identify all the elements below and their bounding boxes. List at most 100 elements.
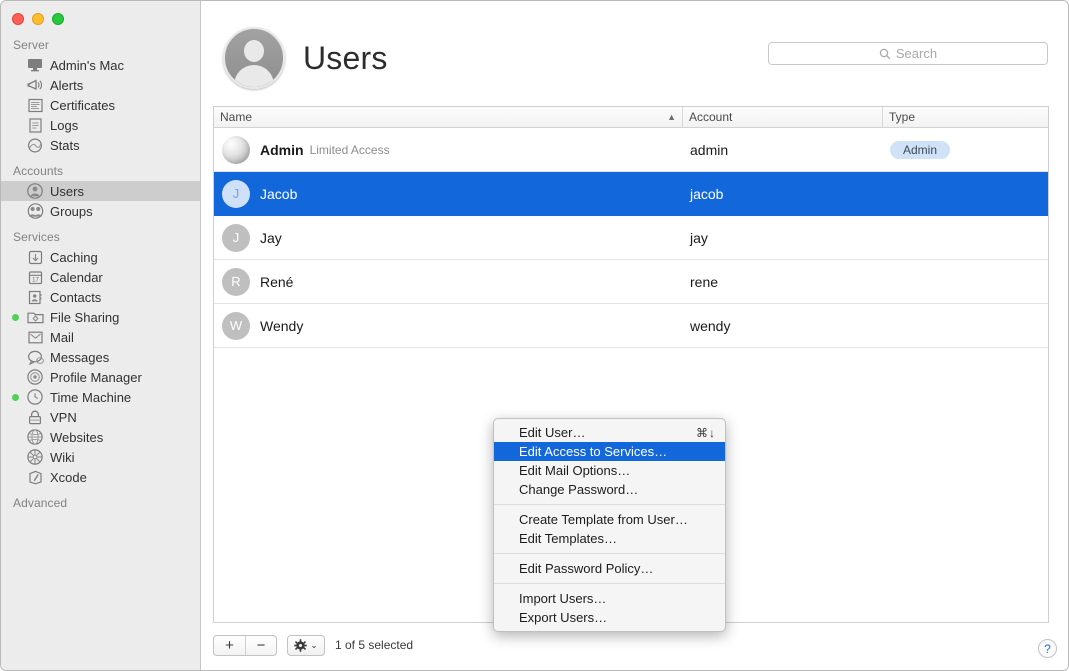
search-input[interactable]: Search	[768, 42, 1048, 65]
sidebar-item-label: Contacts	[50, 290, 101, 305]
mail-icon	[26, 329, 44, 345]
column-header-type-label: Type	[889, 110, 915, 124]
group-icon	[26, 203, 44, 219]
user-icon	[26, 183, 44, 199]
column-header-account[interactable]: Account	[682, 107, 882, 127]
sidebar-item-caching[interactable]: Caching	[1, 247, 200, 267]
certificate-icon	[26, 97, 44, 113]
sidebar-item-label: Profile Manager	[50, 370, 142, 385]
sidebar-item-xcode[interactable]: Xcode	[1, 467, 200, 487]
gear-action-menu-button[interactable]: ⌄	[287, 635, 325, 656]
lock-icon	[26, 409, 44, 425]
server-app-window: Server Admin's Mac Alerts CertificatesLogs S…	[0, 0, 1069, 671]
cell-account: wendy	[682, 318, 882, 334]
sidebar-item-logs[interactable]: Logs	[1, 115, 200, 135]
close-window-button[interactable]	[12, 13, 24, 25]
service-running-indicator	[12, 314, 19, 321]
messages-icon	[26, 349, 44, 365]
sidebar: Server Admin's Mac Alerts CertificatesLogs S…	[1, 1, 201, 670]
cell-account: admin	[682, 142, 882, 158]
page-title: Users	[303, 40, 388, 77]
sidebar-item-messages[interactable]: Messages	[1, 347, 200, 367]
status-badge: Admin	[890, 141, 950, 159]
help-button[interactable]: ?	[1038, 639, 1057, 658]
add-remove-segmented-control: + −	[213, 635, 277, 656]
column-header-name[interactable]: Name ▲	[214, 107, 682, 127]
menu-item-create-template-from-user[interactable]: Create Template from User…	[494, 510, 725, 529]
sidebar-item-label: Groups	[50, 204, 93, 219]
document-icon	[26, 117, 44, 133]
users-avatar-icon	[223, 27, 285, 89]
menu-item-import-users[interactable]: Import Users…	[494, 589, 725, 608]
menu-item-label: Edit Password Policy…	[519, 561, 653, 576]
svg-text:17: 17	[32, 277, 39, 283]
sidebar-item-admin-s-mac[interactable]: Admin's Mac	[1, 55, 200, 75]
sidebar-item-label: Caching	[50, 250, 98, 265]
sidebar-item-stats[interactable]: Stats	[1, 135, 200, 155]
sidebar-item-label: Alerts	[50, 78, 83, 93]
sort-ascending-icon: ▲	[667, 112, 676, 122]
sidebar-item-alerts[interactable]: Alerts	[1, 75, 200, 95]
sidebar-item-label: Mail	[50, 330, 74, 345]
avatar: W	[222, 312, 250, 340]
avatar: R	[222, 268, 250, 296]
remove-user-button[interactable]: −	[245, 636, 276, 655]
sidebar-item-users[interactable]: Users	[1, 181, 200, 201]
menu-item-label: Edit User…	[519, 425, 585, 440]
sidebar-item-label: Stats	[50, 138, 80, 153]
menu-item-label: Change Password…	[519, 482, 638, 497]
menu-item-label: Edit Access to Services…	[519, 444, 667, 459]
table-body: AdminLimited Accessadmin Admin JJacobjacob…	[214, 128, 1048, 348]
sidebar-item-groups[interactable]: Groups	[1, 201, 200, 221]
sidebar-item-label: Users	[50, 184, 84, 199]
sidebar-group-title: Server	[1, 29, 200, 55]
menu-item-change-password[interactable]: Change Password…	[494, 480, 725, 499]
column-header-type[interactable]: Type	[882, 107, 1048, 127]
cell-account: jacob	[682, 186, 882, 202]
sidebar-item-calendar[interactable]: 17 Calendar	[1, 267, 200, 287]
sidebar-item-contacts[interactable]: Contacts	[1, 287, 200, 307]
cell-type: Admin	[882, 141, 1048, 159]
menu-item-edit-access-to-services[interactable]: Edit Access to Services…	[494, 442, 725, 461]
sidebar-item-certificates[interactable]: Certificates	[1, 95, 200, 115]
add-user-button[interactable]: +	[214, 636, 245, 655]
avatar	[222, 136, 250, 164]
sidebar-item-label: Admin's Mac	[50, 58, 124, 73]
sidebar-item-mail[interactable]: Mail	[1, 327, 200, 347]
menu-item-edit-user[interactable]: Edit User…⌘↓	[494, 423, 725, 442]
table-row[interactable]: JJayjay	[214, 216, 1048, 260]
table-row[interactable]: WWendywendy	[214, 304, 1048, 348]
menu-item-edit-templates[interactable]: Edit Templates…	[494, 529, 725, 548]
caching-icon	[26, 249, 44, 265]
sidebar-item-wiki[interactable]: Wiki	[1, 447, 200, 467]
menu-item-export-users[interactable]: Export Users…	[494, 608, 725, 627]
sidebar-item-websites[interactable]: Websites	[1, 427, 200, 447]
zoom-window-button[interactable]	[52, 13, 64, 25]
page-header: Users Search	[201, 1, 1068, 93]
sidebar-item-file-sharing[interactable]: File Sharing	[1, 307, 200, 327]
menu-item-edit-mail-options[interactable]: Edit Mail Options…	[494, 461, 725, 480]
search-placeholder: Search	[896, 46, 937, 61]
sidebar-item-label: Calendar	[50, 270, 103, 285]
bottom-toolbar: + − ⌄ 1 of 5 se	[213, 628, 1049, 662]
sidebar-group-title: Services	[1, 221, 200, 247]
sidebar-item-time-machine[interactable]: Time Machine	[1, 387, 200, 407]
gear-context-menu: Edit User…⌘↓ Edit Access to Services… Edit…	[493, 418, 726, 632]
globe-icon	[26, 429, 44, 445]
menu-separator	[494, 583, 725, 584]
minimize-window-button[interactable]	[32, 13, 44, 25]
menu-separator	[494, 553, 725, 554]
main-pane: Users Search Name ▲ Account	[201, 1, 1068, 670]
sidebar-item-vpn[interactable]: VPN	[1, 407, 200, 427]
menu-item-edit-password-policy[interactable]: Edit Password Policy…	[494, 559, 725, 578]
profile-manager-icon	[26, 369, 44, 385]
sidebar-item-profile-manager[interactable]: Profile Manager	[1, 367, 200, 387]
sidebar-item-label: VPN	[50, 410, 77, 425]
menu-item-label: Create Template from User…	[519, 512, 688, 527]
table-row[interactable]: JJacobjacob	[214, 172, 1048, 216]
table-row[interactable]: AdminLimited Accessadmin Admin	[214, 128, 1048, 172]
column-header-name-label: Name	[220, 110, 252, 124]
table-row[interactable]: RRenérene	[214, 260, 1048, 304]
cell-name: JJay	[214, 224, 682, 252]
cell-name: AdminLimited Access	[214, 136, 682, 164]
